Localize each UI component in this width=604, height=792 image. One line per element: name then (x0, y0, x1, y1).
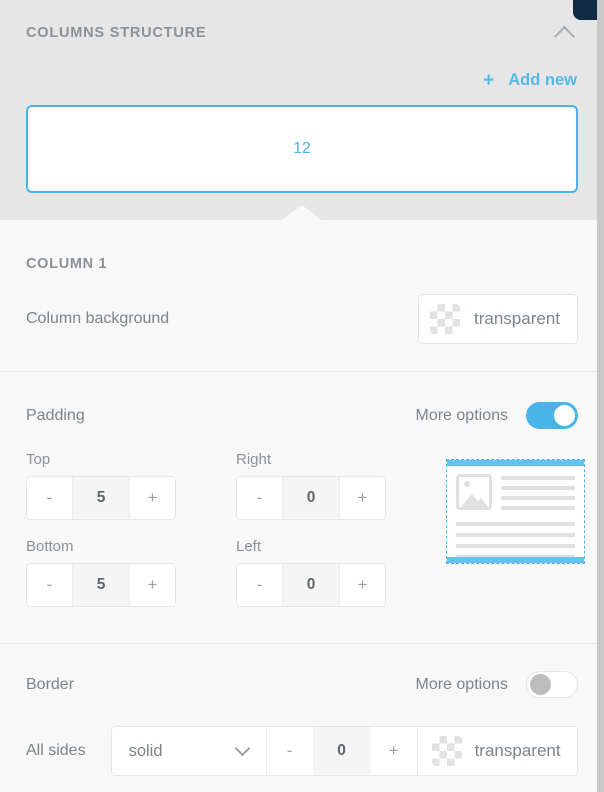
preview-content-bottom (456, 522, 575, 559)
border-more-options-label: More options (415, 675, 509, 693)
border-width-decrement-button[interactable]: - (266, 727, 313, 775)
column-background-label: Column background (26, 310, 170, 327)
padding-left-increment-button[interactable]: + (340, 564, 385, 606)
border-color-button[interactable]: transparent (416, 727, 577, 775)
preview-padding-top-bar (447, 460, 584, 466)
padding-right-stepper[interactable]: - 0 + (236, 476, 386, 520)
padding-bottom-increment-button[interactable]: + (130, 564, 175, 606)
padding-right-increment-button[interactable]: + (340, 477, 385, 519)
padding-title: Padding (26, 406, 85, 424)
border-more-options-group: More options (415, 671, 578, 698)
chevron-down-icon (234, 740, 250, 757)
border-section: Border More options All sides solid - 0 … (0, 644, 604, 776)
border-controls: solid - 0 + transparent (110, 726, 578, 776)
vertical-scrollbar[interactable] (597, 0, 604, 792)
panel-tab[interactable] (573, 0, 597, 20)
chevron-up-icon (553, 25, 575, 47)
checkerboard-swatch-icon (430, 304, 460, 334)
padding-header-row: Padding More options (26, 372, 578, 429)
column-background-row: Column background transparent (26, 294, 578, 371)
padding-more-options-toggle[interactable] (526, 402, 578, 429)
checkerboard-swatch-icon (431, 736, 462, 766)
padding-left-stepper[interactable]: - 0 + (236, 563, 386, 607)
columns-structure-section: COLUMNS STRUCTURE + Add new 12 (0, 0, 604, 220)
padding-right-field: Right - 0 + (236, 451, 386, 520)
padding-left-label: Left (236, 538, 262, 555)
padding-top-decrement-button[interactable]: - (27, 477, 72, 519)
column-background-color-value: transparent (474, 309, 560, 328)
plus-icon: + (483, 69, 495, 91)
padding-bottom-label: Bottom (26, 538, 74, 555)
padding-preview-wrapper (446, 451, 585, 607)
padding-bottom-field: Bottom - 5 + (26, 538, 176, 607)
padding-left-decrement-button[interactable]: - (237, 564, 282, 606)
border-all-sides-label: All sides (26, 742, 86, 759)
padding-more-options-label: More options (415, 406, 509, 424)
padding-column-right: Right - 0 + Left - 0 + (236, 451, 386, 607)
padding-top-increment-button[interactable]: + (130, 477, 175, 519)
border-header-row: Border More options (26, 644, 578, 698)
collapse-section-button[interactable] (550, 19, 578, 47)
border-width-increment-button[interactable]: + (370, 727, 417, 775)
column-item-label: 12 (293, 140, 311, 157)
add-new-button[interactable]: + Add new (483, 71, 577, 90)
padding-top-value[interactable]: 5 (72, 477, 130, 519)
padding-left-field: Left - 0 + (236, 538, 386, 607)
border-width-value[interactable]: 0 (312, 727, 371, 775)
border-color-value: transparent (474, 741, 561, 760)
padding-fields-grid: Top - 5 + Bottom - 5 + Right - 0 + Left … (26, 451, 585, 607)
preview-padding-bottom-bar (447, 557, 584, 563)
section-pointer-triangle (0, 205, 604, 220)
preview-content-top (456, 474, 575, 516)
padding-bottom-decrement-button[interactable]: - (27, 564, 72, 606)
toggle-knob (530, 674, 551, 695)
padding-preview-diagram (446, 459, 585, 564)
padding-bottom-stepper[interactable]: - 5 + (26, 563, 176, 607)
image-placeholder-icon (456, 474, 492, 510)
padding-right-label: Right (236, 451, 272, 468)
padding-right-value[interactable]: 0 (282, 477, 340, 519)
padding-column-left: Top - 5 + Bottom - 5 + (26, 451, 176, 607)
padding-top-label: Top (26, 451, 51, 468)
padding-top-stepper[interactable]: - 5 + (26, 476, 176, 520)
border-more-options-toggle[interactable] (526, 671, 578, 698)
padding-bottom-value[interactable]: 5 (72, 564, 130, 606)
padding-left-value[interactable]: 0 (282, 564, 340, 606)
column-item-1[interactable]: 12 (26, 105, 578, 193)
padding-section: Padding More options Top - 5 + Bottom - … (0, 372, 604, 643)
padding-more-options-group: More options (415, 402, 578, 429)
preview-text-lines (501, 474, 575, 516)
border-title: Border (26, 675, 75, 693)
settings-panel: COLUMNS STRUCTURE + Add new 12 COLUMN 1 … (0, 0, 604, 792)
toggle-knob (554, 405, 575, 426)
column-settings-section: COLUMN 1 Column background transparent (0, 220, 604, 371)
padding-right-decrement-button[interactable]: - (237, 477, 282, 519)
column-settings-title: COLUMN 1 (26, 256, 108, 272)
border-all-sides-row: All sides solid - 0 + transparent (26, 726, 578, 776)
add-new-label: Add new (508, 70, 577, 89)
border-style-value: solid (128, 741, 163, 760)
border-style-select[interactable]: solid (111, 727, 267, 775)
padding-top-field: Top - 5 + (26, 451, 176, 520)
page-title: COLUMNS STRUCTURE (26, 25, 207, 41)
column-background-color-button[interactable]: transparent (418, 294, 578, 344)
columns-structure-header: COLUMNS STRUCTURE (26, 0, 578, 66)
add-new-row: + Add new (26, 66, 578, 94)
columns-list: 12 (26, 105, 578, 193)
